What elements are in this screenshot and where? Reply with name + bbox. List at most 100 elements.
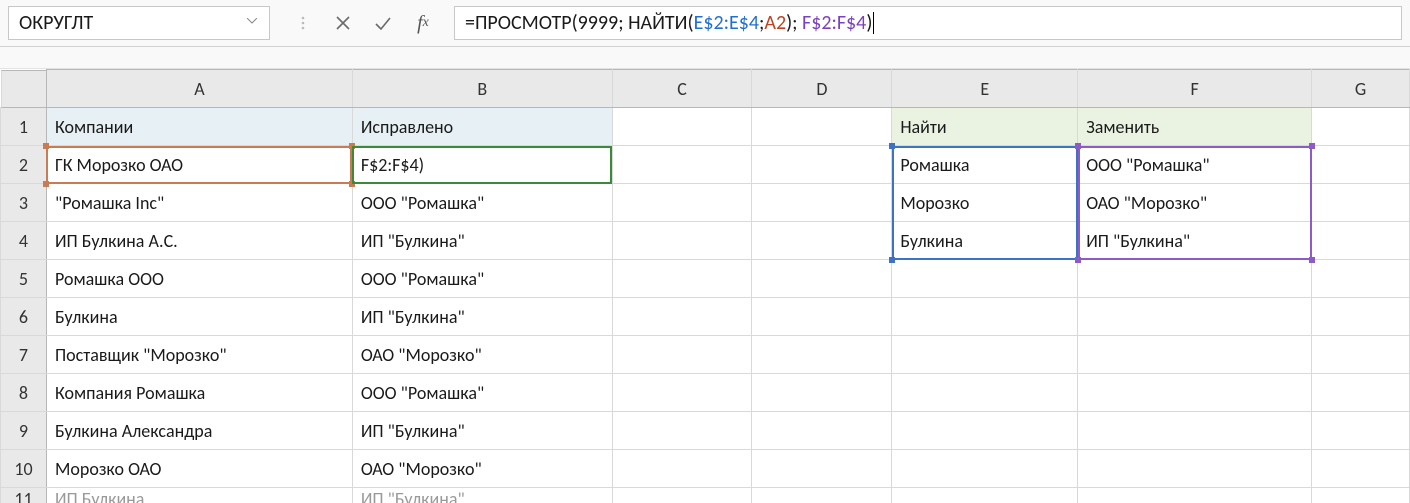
cell-A2[interactable]: ГК Морозко ОАО xyxy=(46,146,352,184)
cell-E5[interactable] xyxy=(892,260,1078,298)
cell-D9[interactable] xyxy=(752,412,892,450)
cell-C2[interactable] xyxy=(612,146,752,184)
cell-D10[interactable] xyxy=(752,450,892,488)
cell-F9[interactable] xyxy=(1078,412,1312,450)
cell-C5[interactable] xyxy=(612,260,752,298)
cell-E9[interactable] xyxy=(892,412,1078,450)
cell-F4[interactable]: ИП "Булкина" xyxy=(1078,222,1312,260)
cell-A8[interactable]: Компания Ромашка xyxy=(46,374,352,412)
cell-E3[interactable]: Морозко xyxy=(892,184,1078,222)
cell-A5[interactable]: Ромашка ООО xyxy=(46,260,352,298)
cell-C4[interactable] xyxy=(612,222,752,260)
cell-G6[interactable] xyxy=(1312,298,1410,336)
cell-D8[interactable] xyxy=(752,374,892,412)
cell-A7[interactable]: Поставщик "Морозко" xyxy=(46,336,352,374)
cell-E2[interactable]: Ромашка xyxy=(892,146,1078,184)
col-header-F[interactable]: F xyxy=(1078,70,1312,108)
cell-G11[interactable] xyxy=(1312,488,1410,503)
cell-A3[interactable]: "Ромашка Inc" xyxy=(46,184,352,222)
cell-C1[interactable] xyxy=(612,108,752,146)
cell-A4[interactable]: ИП Булкина А.С. xyxy=(46,222,352,260)
col-header-G[interactable]: G xyxy=(1312,70,1410,108)
cell-F5[interactable] xyxy=(1078,260,1312,298)
cell-B4[interactable]: ИП "Булкина" xyxy=(352,222,612,260)
cell-B8[interactable]: ООО "Ромашка" xyxy=(352,374,612,412)
chevron-down-icon[interactable] xyxy=(247,18,257,28)
enter-icon[interactable] xyxy=(370,6,396,40)
cell-D4[interactable] xyxy=(752,222,892,260)
cell-G1[interactable] xyxy=(1312,108,1410,146)
cell-G9[interactable] xyxy=(1312,412,1410,450)
row-header[interactable]: 2 xyxy=(1,146,47,184)
cell-E6[interactable] xyxy=(892,298,1078,336)
cell-B2[interactable]: F$2:F$4) xyxy=(352,146,612,184)
cell-C11[interactable] xyxy=(612,488,752,503)
spreadsheet-grid[interactable]: A B C D E F G 1КомпанииИсправлено НайтиЗа… xyxy=(0,69,1410,503)
cell-F1[interactable]: Заменить xyxy=(1078,108,1312,146)
cell-B7[interactable]: ОАО "Морозко" xyxy=(352,336,612,374)
cell-D7[interactable] xyxy=(752,336,892,374)
range-handle[interactable] xyxy=(349,143,355,149)
row-header[interactable]: 7 xyxy=(1,336,47,374)
row-header[interactable]: 8 xyxy=(1,374,47,412)
range-handle[interactable] xyxy=(43,181,49,187)
col-header-B[interactable]: B xyxy=(352,70,612,108)
cell-D3[interactable] xyxy=(752,184,892,222)
cell-B1[interactable]: Исправлено xyxy=(352,108,612,146)
cell-B10[interactable]: ОАО "Морозко" xyxy=(352,450,612,488)
cell-E7[interactable] xyxy=(892,336,1078,374)
row-header[interactable]: 5 xyxy=(1,260,47,298)
cell-C6[interactable] xyxy=(612,298,752,336)
select-all-corner[interactable] xyxy=(1,70,47,108)
cell-B6[interactable]: ИП "Булкина" xyxy=(352,298,612,336)
cell-G4[interactable] xyxy=(1312,222,1410,260)
col-header-C[interactable]: C xyxy=(612,70,752,108)
cell-A9[interactable]: Булкина Александра xyxy=(46,412,352,450)
cell-B3[interactable]: ООО "Ромашка" xyxy=(352,184,612,222)
cell-A6[interactable]: Булкина xyxy=(46,298,352,336)
cell-C3[interactable] xyxy=(612,184,752,222)
cell-F2[interactable]: ООО "Ромашка" xyxy=(1078,146,1312,184)
cell-E1[interactable]: Найти xyxy=(892,108,1078,146)
range-handle[interactable] xyxy=(1075,143,1081,149)
cell-A11[interactable]: ИП Булкина xyxy=(46,488,352,503)
range-handle[interactable] xyxy=(889,257,895,263)
cancel-icon[interactable] xyxy=(330,6,356,40)
cell-A1[interactable]: Компании xyxy=(46,108,352,146)
cell-G3[interactable] xyxy=(1312,184,1410,222)
cell-F7[interactable] xyxy=(1078,336,1312,374)
cell-C10[interactable] xyxy=(612,450,752,488)
cell-B11[interactable]: ИП "Булкина" xyxy=(352,488,612,503)
cell-F8[interactable] xyxy=(1078,374,1312,412)
range-handle[interactable] xyxy=(889,143,895,149)
cell-E8[interactable] xyxy=(892,374,1078,412)
cell-F10[interactable] xyxy=(1078,450,1312,488)
row-header[interactable]: 11 xyxy=(1,488,47,503)
range-handle[interactable] xyxy=(43,143,49,149)
cell-G2[interactable] xyxy=(1312,146,1410,184)
row-header[interactable]: 10 xyxy=(1,450,47,488)
cell-F6[interactable] xyxy=(1078,298,1312,336)
cell-G7[interactable] xyxy=(1312,336,1410,374)
range-handle[interactable] xyxy=(1075,257,1081,263)
cell-D11[interactable] xyxy=(752,488,892,503)
cell-B9[interactable]: ИП "Булкина" xyxy=(352,412,612,450)
row-header[interactable]: 9 xyxy=(1,412,47,450)
range-handle[interactable] xyxy=(1309,257,1315,263)
cell-E11[interactable] xyxy=(892,488,1078,503)
cell-D5[interactable] xyxy=(752,260,892,298)
cell-C8[interactable] xyxy=(612,374,752,412)
cell-G10[interactable] xyxy=(1312,450,1410,488)
row-header[interactable]: 4 xyxy=(1,222,47,260)
fx-icon[interactable]: fx xyxy=(410,6,436,40)
col-header-D[interactable]: D xyxy=(752,70,892,108)
col-header-E[interactable]: E xyxy=(892,70,1078,108)
name-box[interactable]: ОКРУГЛТ xyxy=(8,6,270,40)
formula-input[interactable]: =ПРОСМОТР(9999; НАЙТИ(E$2:E$4;A2); F$2:F… xyxy=(454,6,1402,40)
col-header-A[interactable]: A xyxy=(46,70,352,108)
row-header[interactable]: 3 xyxy=(1,184,47,222)
range-handle[interactable] xyxy=(1309,143,1315,149)
row-header[interactable]: 1 xyxy=(1,108,47,146)
cell-B5[interactable]: ООО "Ромашка" xyxy=(352,260,612,298)
cell-F11[interactable] xyxy=(1078,488,1312,503)
